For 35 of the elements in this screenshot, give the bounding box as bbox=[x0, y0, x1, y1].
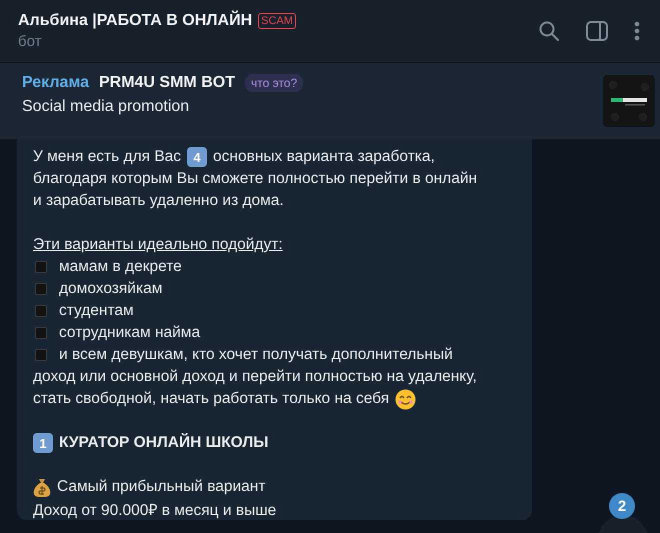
keycap-icon: 1 bbox=[33, 433, 53, 453]
money-bag-icon bbox=[33, 476, 51, 498]
message-text: домохозяйкам bbox=[59, 280, 162, 298]
message-text: благодаря которым Вы сможете полностью перейти в онлайн bbox=[33, 170, 478, 188]
message-text: стать свободной, начать работать только на себя bbox=[33, 390, 390, 408]
message-text: доход или основной доход и перейти полностью на удаленку, bbox=[33, 368, 477, 386]
keycap-icon: 4 bbox=[187, 147, 208, 167]
chat-subtitle: бот bbox=[18, 33, 42, 50]
message-text: Самый прибыльный вариант bbox=[57, 478, 266, 496]
square-icon bbox=[35, 305, 47, 317]
message-text: У меня есть для Вас bbox=[33, 148, 182, 166]
what-is-this-button[interactable]: что это? bbox=[244, 74, 304, 92]
unread-count-badge: 2 bbox=[609, 493, 635, 519]
message-text: и зарабатывать удаленно из дома. bbox=[33, 192, 284, 210]
message-text: студентам bbox=[59, 302, 134, 320]
chat-title: Альбина |РАБОТА В ОНЛАЙН bbox=[18, 12, 252, 30]
message-text: Доход от 90.000₽ в месяц и выше bbox=[33, 501, 276, 520]
square-icon bbox=[35, 349, 47, 361]
message-text: основных варианта заработка, bbox=[213, 148, 435, 166]
smile-icon bbox=[395, 388, 416, 410]
sidebar-toggle-icon[interactable] bbox=[586, 21, 608, 41]
message-text: мамам в декрете bbox=[59, 258, 182, 276]
square-icon bbox=[35, 261, 47, 273]
message-text: Эти варианты идеально подойдут: bbox=[33, 236, 283, 254]
square-icon bbox=[35, 327, 47, 339]
search-icon[interactable] bbox=[538, 20, 560, 42]
sponsor-name: PRM4U SMM BOT bbox=[98, 74, 235, 92]
more-icon[interactable] bbox=[634, 21, 640, 41]
square-icon bbox=[35, 283, 47, 295]
message-heading: КУРАТОР ОНЛАЙН ШКОЛЫ bbox=[59, 434, 268, 452]
message-text: сотрудникам найма bbox=[59, 324, 200, 342]
sponsored-label: Реклама bbox=[22, 74, 89, 92]
scam-label: SCAM bbox=[258, 13, 296, 29]
sponsored-text: Social media promotion bbox=[22, 98, 190, 116]
message-text: и всем девушкам, кто хочет получать дополнительный bbox=[59, 346, 453, 364]
